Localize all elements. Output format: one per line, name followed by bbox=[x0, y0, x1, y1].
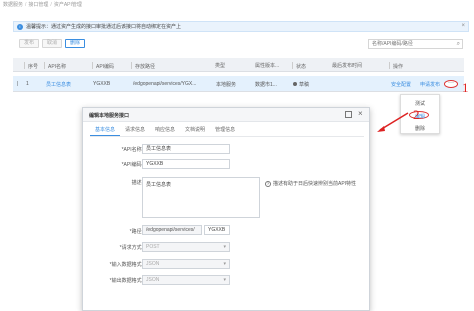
api-code-label: *API编码: bbox=[121, 162, 143, 168]
row-actions-menu: 测试 编辑 删除 bbox=[400, 94, 440, 134]
column-header-version: 属性版本... bbox=[255, 63, 280, 69]
path-prefix-field: /edgopenapi/services/ bbox=[142, 225, 202, 235]
delete-button[interactable]: 删除 bbox=[65, 39, 86, 48]
api-code-field[interactable]: YGXXB bbox=[142, 159, 230, 169]
annotation-number-two: 2 bbox=[413, 107, 420, 122]
table-row[interactable]: | 1 员工信息表 YGXXB /edgopenapi/services/YGX… bbox=[13, 76, 464, 92]
column-header-publish-time: 最后发布时间 bbox=[332, 63, 363, 69]
chevron-down-icon: ▾ bbox=[223, 261, 226, 267]
apply-publish-link[interactable]: 申请发布 bbox=[420, 81, 440, 88]
dialog-header: 编辑本地服务接口 × bbox=[83, 108, 369, 122]
notice-banner: i 温馨提示：通过资产生成的接口审批通过后该接口将自动绑定在资产上 × bbox=[13, 21, 469, 32]
column-header-path: 存放路径 bbox=[131, 62, 155, 70]
chevron-down-icon: ▾ bbox=[223, 277, 226, 283]
row-path: /edgopenapi/services/YGX... bbox=[133, 81, 197, 87]
tab-documentation[interactable]: 文档说明 bbox=[180, 126, 210, 136]
description-textarea[interactable]: 员工信息表 bbox=[142, 177, 260, 218]
api-name-field[interactable]: 员工信息表 bbox=[142, 144, 230, 154]
tab-basic-info[interactable]: 基本信息 bbox=[90, 126, 121, 136]
breadcrumb: 数据服务 / 接口管理 / 资产API管理 bbox=[3, 1, 82, 9]
row-version: 数据市1... bbox=[255, 82, 277, 88]
input-format-label: *输入数据格式: bbox=[109, 262, 143, 268]
table-header: 序号 API名称 API编码 存放路径 类型 属性版本... 状态 最后发布时间… bbox=[13, 58, 464, 72]
tab-request-info[interactable]: 请求信息 bbox=[120, 126, 150, 136]
close-icon[interactable]: × bbox=[358, 109, 363, 118]
search-input[interactable] bbox=[369, 40, 451, 48]
api-name-label: *API名称: bbox=[121, 147, 143, 153]
output-format-label: *输出数据格式: bbox=[109, 278, 143, 284]
breadcrumb-item-interface-mgmt[interactable]: 接口管理 bbox=[28, 2, 48, 8]
annotation-number-one: 1 bbox=[462, 80, 469, 95]
row-api-name[interactable]: 员工信息表 bbox=[46, 81, 71, 88]
publish-button[interactable]: 发布 bbox=[19, 39, 40, 48]
search-icon[interactable]: ⌕ bbox=[457, 41, 460, 48]
breadcrumb-item-asset-api: 资产API管理 bbox=[53, 2, 82, 8]
more-actions-button[interactable]: ··· bbox=[444, 80, 458, 88]
input-format-select[interactable]: JSON ▾ bbox=[142, 259, 230, 269]
cancel-button[interactable]: 取消 bbox=[42, 39, 63, 48]
close-icon[interactable]: × bbox=[461, 23, 465, 29]
row-status: 草稿 bbox=[293, 81, 309, 88]
row-index: 1 bbox=[26, 81, 29, 87]
row-api-code: YGXXB bbox=[93, 81, 111, 87]
column-header-api-name: API名称 bbox=[44, 62, 66, 70]
chevron-down-icon: ▾ bbox=[223, 244, 226, 250]
column-header-type: 类型 bbox=[215, 63, 226, 69]
tab-response-info[interactable]: 响应信息 bbox=[150, 126, 180, 136]
row-type: 本地服务 bbox=[216, 82, 237, 88]
toolbar: 发布 取消 删除 bbox=[19, 39, 86, 48]
menu-item-delete[interactable]: 删除 bbox=[415, 125, 425, 132]
dialog-tabs: 基本信息 请求信息 响应信息 文档说明 管理信息 bbox=[90, 126, 240, 136]
edit-local-service-dialog: 编辑本地服务接口 × 基本信息 请求信息 响应信息 文档说明 管理信息 *API… bbox=[82, 107, 370, 311]
menu-item-test[interactable]: 测试 bbox=[415, 100, 425, 107]
maximize-icon[interactable] bbox=[345, 111, 352, 118]
status-dot-icon bbox=[293, 82, 297, 86]
breadcrumb-separator: / bbox=[50, 2, 52, 8]
column-header-actions: 操作 bbox=[389, 62, 403, 70]
column-header-status: 状态 bbox=[292, 62, 306, 70]
description-label: 描述: bbox=[131, 180, 143, 186]
notice-text: 温馨提示：通过资产生成的接口审批通过后该接口将自动绑定在资产上 bbox=[26, 24, 182, 30]
breadcrumb-separator: / bbox=[25, 2, 27, 8]
search-box: ⌕ bbox=[368, 39, 463, 49]
column-header-index: 序号 bbox=[24, 62, 38, 70]
tab-management-info[interactable]: 管理信息 bbox=[210, 126, 240, 136]
request-method-label: *请求方式: bbox=[119, 245, 143, 251]
breadcrumb-item-data-service[interactable]: 数据服务 bbox=[3, 2, 23, 8]
dialog-title: 编辑本地服务接口 bbox=[89, 113, 130, 119]
tab-divider bbox=[90, 136, 364, 137]
column-header-api-code: API编码 bbox=[92, 62, 114, 70]
request-method-select[interactable]: POST ▾ bbox=[142, 242, 230, 252]
description-hint: ? 描述有助于日后快速辨别当前API特性 bbox=[265, 181, 357, 187]
row-checkbox-cell[interactable]: | bbox=[17, 81, 18, 87]
output-format-select[interactable]: JSON ▾ bbox=[142, 275, 230, 285]
path-label: *路径: bbox=[129, 229, 143, 235]
path-field[interactable]: YGXXB bbox=[204, 225, 230, 235]
help-icon: ? bbox=[265, 181, 271, 187]
security-config-link[interactable]: 安全配置 bbox=[391, 81, 411, 88]
info-icon: i bbox=[17, 23, 23, 30]
